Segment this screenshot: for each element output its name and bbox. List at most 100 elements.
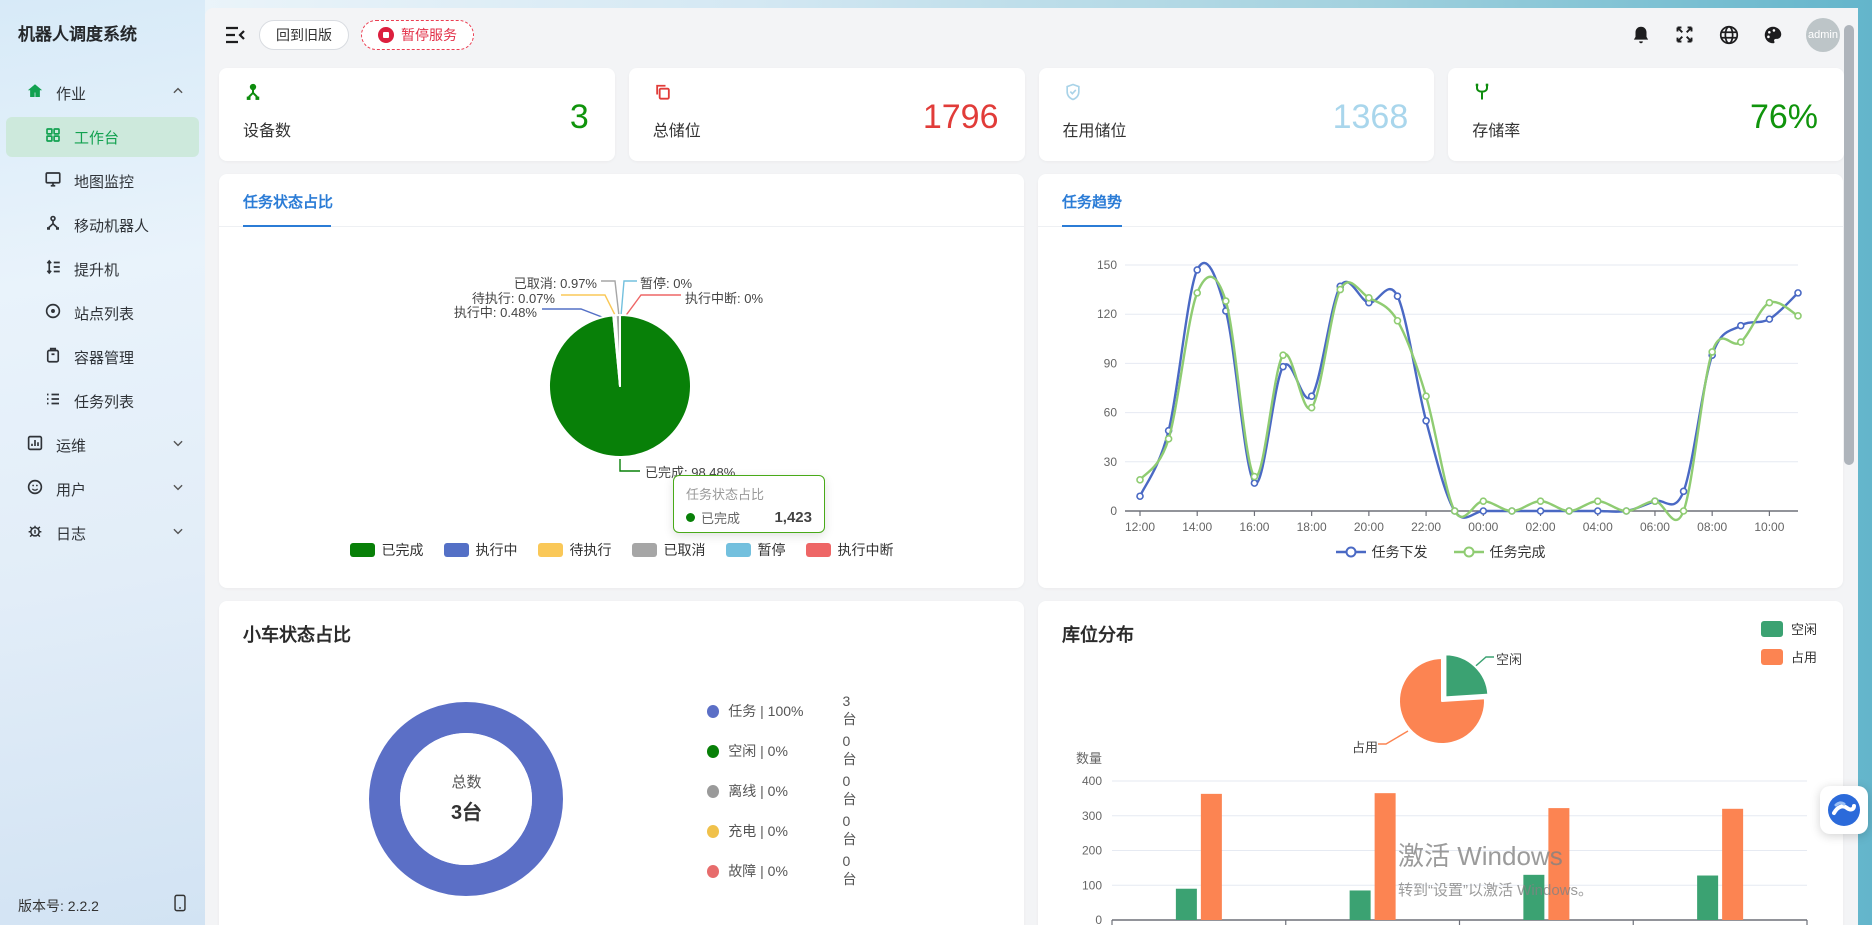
pause-service-button[interactable]: 暂停服务 [361, 20, 474, 50]
svg-text:00:00: 00:00 [1468, 520, 1498, 534]
svg-text:04:00: 04:00 [1583, 520, 1613, 534]
stat-value: 76% [1750, 98, 1818, 137]
legend-swatch [726, 543, 751, 557]
sidebar-item-logs[interactable]: 日志 [6, 513, 199, 553]
svg-text:10:00: 10:00 [1754, 520, 1784, 534]
pie-callout-interrupted: 执行中断: 0% [685, 288, 763, 307]
svg-text:300: 300 [1082, 809, 1102, 823]
stat-card-devices: 设备数 3 [219, 68, 615, 161]
sidebar-item-lifter[interactable]: 提升机 [6, 249, 199, 289]
sidebar-item-container-mgmt[interactable]: 容器管理 [6, 337, 199, 377]
log-icon [26, 522, 44, 544]
chart-tooltip: 任务状态占比 已完成 1,423 [673, 475, 825, 533]
storage-copy-icon [653, 89, 673, 106]
topbar: 回到旧版 暂停服务 admin [205, 8, 1858, 62]
avatar[interactable]: admin [1806, 18, 1840, 52]
svg-text:12:00: 12:00 [1125, 520, 1155, 534]
app-title: 机器人调度系统 [0, 0, 205, 55]
main-area: 回到旧版 暂停服务 admin 设备数 3 [205, 8, 1858, 925]
task-trend-line-chart: 030609012015012:0014:0016:0018:0020:0022… [1038, 174, 1843, 588]
legend-item-running[interactable]: 执行中 [444, 540, 518, 560]
legend-item-offline[interactable]: 离线 | 0%0台 [707, 773, 863, 809]
floating-assistant-button[interactable] [1820, 786, 1868, 834]
branch-icon [1472, 89, 1492, 106]
tooltip-series-dot [686, 513, 695, 522]
task-status-legend: 已完成 执行中 待执行 已取消 暂停 执行中断 [219, 540, 1024, 560]
svg-text:400: 400 [1082, 774, 1102, 788]
task-list-icon [44, 390, 62, 412]
tooltip-series-name: 已完成 [701, 508, 740, 527]
pie-callout-free: 空闲 [1496, 649, 1522, 668]
svg-text:0: 0 [1110, 504, 1117, 518]
container-icon [44, 346, 62, 368]
stat-card-storage-rate: 存储率 76% [1448, 68, 1844, 161]
sidebar-item-map-monitor[interactable]: 地图监控 [6, 161, 199, 201]
collapse-menu-icon[interactable] [223, 23, 247, 47]
legend-item-charging[interactable]: 充电 | 0%0台 [707, 813, 863, 849]
tooltip-title: 任务状态占比 [686, 484, 812, 503]
line-marker-icon [1336, 545, 1366, 559]
palette-icon[interactable] [1762, 24, 1784, 46]
legend-dot [707, 705, 719, 718]
svg-text:100: 100 [1082, 878, 1102, 892]
legend-item-pending[interactable]: 待执行 [538, 540, 612, 560]
svg-text:30: 30 [1104, 455, 1118, 469]
pie-callout-occupied: 占用 [1352, 737, 1378, 756]
sidebar-item-jobs[interactable]: 作业 [6, 73, 199, 113]
sidebar-item-task-list[interactable]: 任务列表 [6, 381, 199, 421]
legend-item-interrupted[interactable]: 执行中断 [806, 540, 894, 560]
task-status-card: 任务状态占比 已取消: 0.97% 待执行: 0.07% 执行中: 0.48% … [219, 174, 1024, 588]
brand-logo-icon [1826, 792, 1862, 828]
svg-text:200: 200 [1082, 844, 1102, 858]
sidebar-item-mobile-robot[interactable]: 移动机器人 [6, 205, 199, 245]
task-status-pie-chart [219, 174, 1024, 588]
legend-item-completed[interactable]: 任务完成 [1454, 542, 1546, 562]
svg-text:120: 120 [1097, 307, 1117, 321]
svg-text:60: 60 [1104, 406, 1118, 420]
line-marker-icon [1454, 545, 1484, 559]
legend-swatch [444, 543, 469, 557]
vertical-scrollbar-thumb[interactable] [1844, 25, 1854, 465]
tooltip-value: 1,423 [774, 509, 812, 526]
fullscreen-icon[interactable] [1674, 24, 1696, 46]
stat-cards-row: 设备数 3 总储位 1796 在用储位 1368 存储率 76% [205, 62, 1858, 161]
svg-text:数量: 数量 [1076, 751, 1102, 766]
legend-item-done[interactable]: 已完成 [350, 540, 424, 560]
legend-item-idle[interactable]: 空闲 | 0%0台 [707, 733, 863, 769]
legend-item-paused[interactable]: 暂停 [726, 540, 786, 560]
home-icon [26, 82, 44, 104]
legend-item-dispatched[interactable]: 任务下发 [1336, 542, 1428, 562]
sidebar-item-ops[interactable]: 运维 [6, 425, 199, 465]
charts-row-2: 小车状态占比 总数 3台 任务 | 100%3台 空闲 | 0%0台 离线 | … [205, 588, 1858, 925]
legend-swatch [806, 543, 831, 557]
stat-value: 1368 [1333, 98, 1409, 137]
topbar-right: admin [1630, 18, 1840, 52]
legend-item-cancelled[interactable]: 已取消 [632, 540, 706, 560]
version-label: 版本号: 2.2.2 [18, 896, 173, 916]
legend-item-task[interactable]: 任务 | 100%3台 [707, 693, 863, 729]
back-to-old-button[interactable]: 回到旧版 [259, 20, 349, 50]
legend-swatch [632, 543, 657, 557]
svg-text:08:00: 08:00 [1697, 520, 1727, 534]
device-network-icon [243, 89, 263, 106]
pie-callout-running: 执行中: 0.48% [387, 302, 537, 321]
phone-icon[interactable] [173, 894, 187, 917]
sidebar-item-users[interactable]: 用户 [6, 469, 199, 509]
sidebar-item-station-list[interactable]: 站点列表 [6, 293, 199, 333]
globe-icon[interactable] [1718, 24, 1740, 46]
user-icon [26, 478, 44, 500]
task-trend-card: 任务趋势 030609012015012:0014:0016:0018:0020… [1038, 174, 1843, 588]
svg-text:06:00: 06:00 [1640, 520, 1670, 534]
stat-card-used-slots: 在用储位 1368 [1039, 68, 1435, 161]
bell-icon[interactable] [1630, 24, 1652, 46]
chevron-down-icon [171, 436, 185, 454]
legend-swatch [350, 543, 375, 557]
sidebar-menu: 作业 工作台 地图监控 移动机器人 提升机 站点列表 容器管理 [0, 73, 205, 553]
station-icon [44, 302, 62, 324]
sidebar-item-workbench[interactable]: 工作台 [6, 117, 199, 157]
legend-item-fault[interactable]: 故障 | 0%0台 [707, 853, 863, 889]
sidebar: 机器人调度系统 作业 工作台 地图监控 移动机器人 提升机 站点列表 [0, 0, 205, 925]
svg-text:90: 90 [1104, 356, 1118, 370]
svg-text:02:00: 02:00 [1526, 520, 1556, 534]
stop-icon [378, 27, 394, 43]
